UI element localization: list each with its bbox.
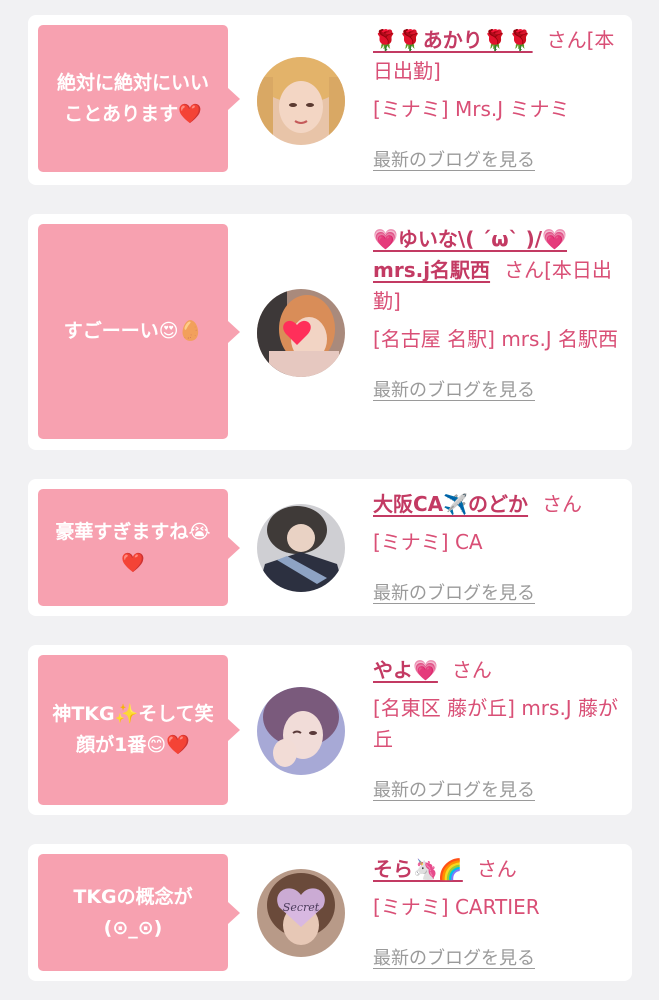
comment-text: 神TKG✨そして笑顔が1番😊❤️ [52, 703, 214, 756]
comment-bubble: 神TKG✨そして笑顔が1番😊❤️ [38, 655, 240, 805]
list-item: すごーーい😍🥚 💗ゆいな\( ´ω` )/💗 mrs.j名駅西 さん[本日出勤] … [28, 214, 632, 450]
girl-name-link[interactable]: そら🦄🌈 [373, 857, 463, 881]
girl-photo-icon [257, 504, 345, 592]
avatar[interactable] [257, 687, 345, 775]
shop-name: [名古屋 名駅] mrs.J 名駅西 [373, 327, 619, 351]
honorific: さん [546, 28, 587, 52]
latest-blog-link[interactable]: 最新のブログを見る [373, 775, 535, 806]
shop-name: [ミナミ] CARTIER [373, 895, 540, 919]
shop-name: [ミナミ] CA [373, 530, 483, 554]
latest-blog-link[interactable]: 最新のブログを見る [373, 375, 535, 406]
entry-info: 🌹🌹あかり🌹🌹 さん[本日出勤] [ミナミ] Mrs.J ミナミ 最新のブログを見… [373, 25, 621, 176]
list-item: 豪華すぎますね😭❤️ 大阪CA✈️のどか さん [ミナミ] CA 最新のブログを見… [28, 479, 632, 616]
avatar[interactable] [257, 504, 345, 592]
comment-bubble: すごーーい😍🥚 [38, 224, 240, 439]
comment-text: TKGの概念が(⊙_⊙) [73, 885, 193, 939]
girl-name-link[interactable]: 大阪CA✈️のどか [373, 492, 528, 516]
latest-blog-link[interactable]: 最新のブログを見る [373, 578, 535, 609]
comment-bubble: TKGの概念が(⊙_⊙) [38, 854, 240, 971]
honorific: さん [542, 492, 583, 516]
honorific: さん [476, 857, 517, 881]
avatar[interactable] [257, 57, 345, 145]
girl-name-link[interactable]: 🌹🌹あかり🌹🌹 [373, 28, 533, 52]
latest-blog-link[interactable]: 最新のブログを見る [373, 943, 535, 974]
entry-info: 大阪CA✈️のどか さん [ミナミ] CA 最新のブログを見る [373, 489, 621, 609]
shop-name: [ミナミ] Mrs.J ミナミ [373, 97, 570, 121]
blog-comment-list: 絶対に絶対にいいことあります❤️ 🌹🌹あかり🌹🌹 さん[本日出勤] [ミナミ] M… [0, 0, 659, 1000]
entry-info: やよ💗 さん [名東区 藤が丘] mrs.J 藤が丘 最新のブログを見る [373, 655, 621, 806]
girl-photo-heart-sticker-icon [257, 289, 345, 377]
avatar[interactable]: Secret [257, 869, 345, 957]
comment-text: 絶対に絶対にいいことあります❤️ [56, 71, 209, 125]
entry-info: 💗ゆいな\( ´ω` )/💗 mrs.j名駅西 さん[本日出勤] [名古屋 名駅]… [373, 224, 621, 406]
comment-text: すごーーい😍🥚 [63, 320, 203, 342]
comment-bubble: 豪華すぎますね😭❤️ [38, 489, 240, 606]
shop-name: [名東区 藤が丘] mrs.J 藤が丘 [373, 696, 619, 751]
girl-photo-secret-sticker-icon: Secret [257, 869, 345, 957]
girl-photo-icon [257, 687, 345, 775]
avatar[interactable] [257, 289, 345, 377]
honorific: さん [504, 258, 545, 282]
list-item: 神TKG✨そして笑顔が1番😊❤️ やよ💗 さん [名東区 藤が丘] mrs.J 藤… [28, 645, 632, 815]
list-item: 絶対に絶対にいいことあります❤️ 🌹🌹あかり🌹🌹 さん[本日出勤] [ミナミ] M… [28, 15, 632, 185]
entry-info: そら🦄🌈 さん [ミナミ] CARTIER 最新のブログを見る [373, 854, 621, 974]
girl-photo-icon [257, 57, 345, 145]
secret-sticker-text: Secret [283, 901, 320, 914]
comment-text: 豪華すぎますね😭❤️ [55, 520, 211, 574]
list-item: TKGの概念が(⊙_⊙) Secret そら🦄🌈 さん [ミナミ] CARTIER… [28, 844, 632, 981]
honorific: さん [451, 658, 492, 682]
girl-name-link[interactable]: やよ💗 [373, 658, 438, 682]
latest-blog-link[interactable]: 最新のブログを見る [373, 145, 535, 176]
comment-bubble: 絶対に絶対にいいことあります❤️ [38, 25, 240, 172]
